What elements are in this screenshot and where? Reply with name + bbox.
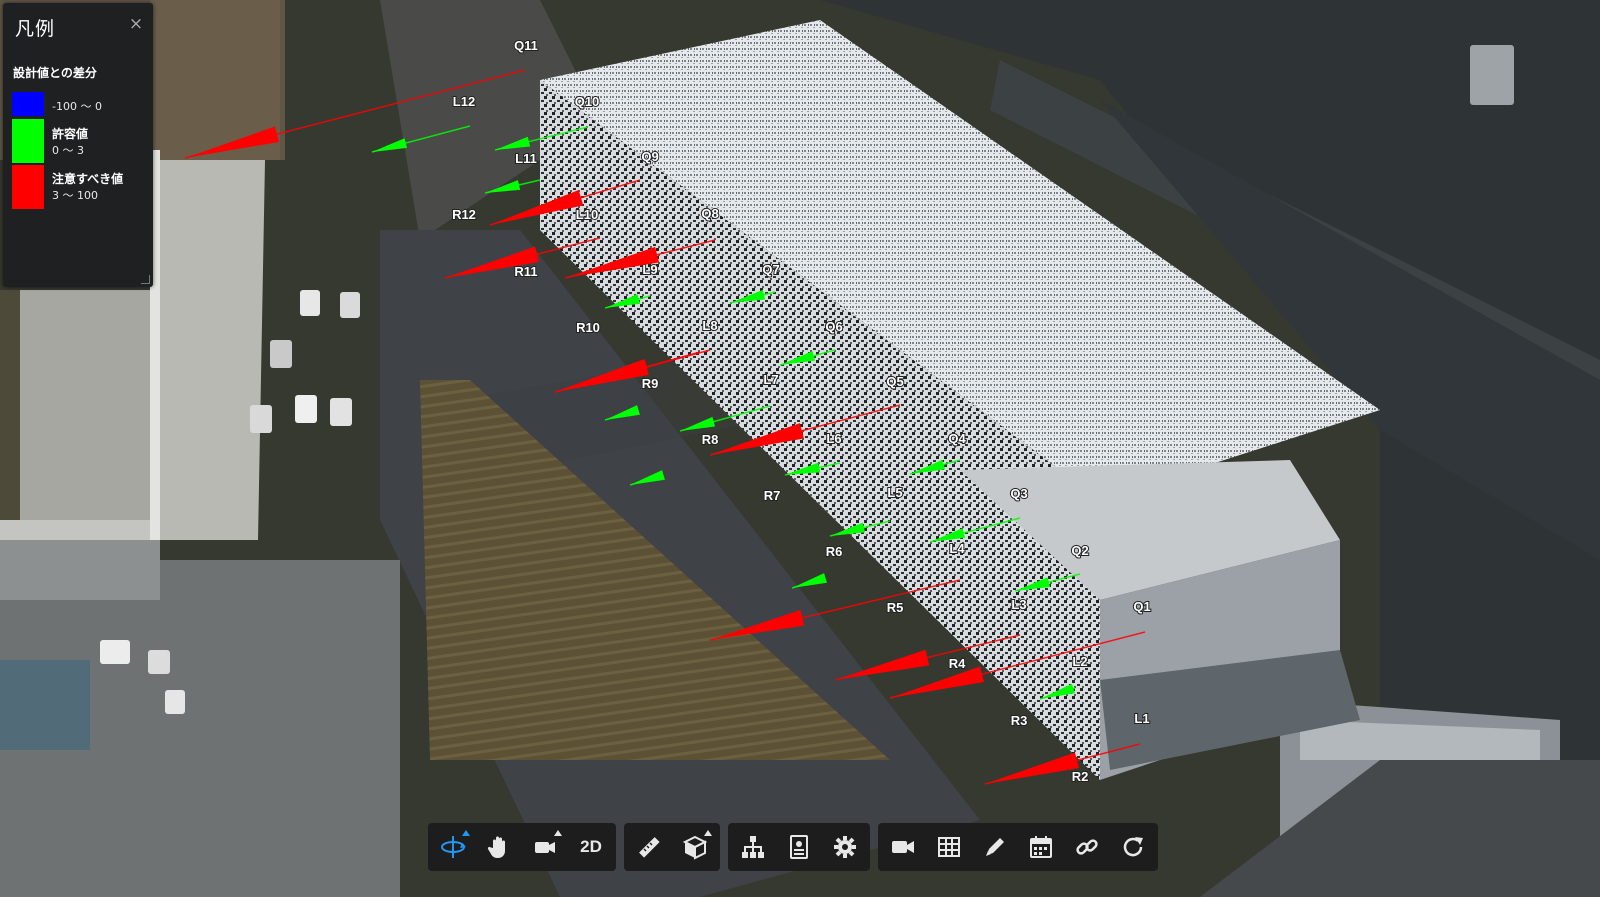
marker-label-q3: Q3 (1010, 486, 1027, 501)
hand-pan-button[interactable] (476, 823, 522, 871)
submenu-triangle-icon (462, 830, 470, 836)
point-cloud-scene[interactable]: Q11L12 Q10L11 Q9R12 L10 Q8R11 L9 Q7R10 L8 Q6R9 L7… (0, 0, 1600, 897)
marker-label-q6: Q6 (825, 319, 842, 334)
link-button[interactable] (1064, 823, 1110, 871)
calendar-button[interactable] (1018, 823, 1064, 871)
marker-label-r4: R4 (949, 656, 966, 671)
ruler-icon (639, 837, 660, 858)
pencil-button[interactable] (972, 823, 1018, 871)
toolbar-group-1: 2D (428, 823, 616, 871)
marker-label-l10: L10 (576, 207, 598, 222)
cube-section-button[interactable] (672, 823, 718, 871)
marker-label-q7: Q7 (762, 262, 779, 277)
camera-view-icon (535, 842, 555, 853)
video-camera-icon (892, 841, 914, 853)
resize-handle-icon[interactable] (141, 275, 150, 284)
legend-label-green: 許容値 (52, 127, 89, 141)
legend-range-green: 0 ～ 3 (52, 144, 84, 157)
legend-swatch-green (12, 119, 44, 163)
marker-label-l2: L2 (1072, 654, 1087, 669)
marker-label-l1: L1 (1134, 711, 1149, 726)
marker-label-q2: Q2 (1071, 543, 1088, 558)
submenu-triangle-icon (554, 830, 562, 836)
properties-button[interactable] (776, 823, 822, 871)
marker-label-l6: L6 (826, 431, 841, 446)
pencil-icon (986, 838, 1004, 856)
gear-button[interactable] (822, 823, 868, 871)
calendar-icon (1030, 836, 1052, 858)
marker-label-r2: R2 (1072, 769, 1089, 784)
marker-label-r5: R5 (887, 600, 904, 615)
hierarchy-button[interactable] (730, 823, 776, 871)
marker-label-r3: R3 (1011, 713, 1028, 728)
marker-label-r7: R7 (764, 488, 781, 503)
marker-label-l12: L12 (453, 94, 475, 109)
marker-label-r11: R11 (514, 264, 537, 279)
marker-label-q1: Q1 (1133, 599, 1150, 614)
marker-label-q8: Q8 (701, 206, 718, 221)
marker-label-r10: R10 (576, 320, 600, 335)
toolbar-group-3 (728, 823, 870, 871)
camera-view-button[interactable] (522, 823, 568, 871)
orbit-button[interactable] (430, 823, 476, 871)
marker-label-l7: L7 (763, 372, 778, 387)
legend-swatch-blue (12, 92, 44, 116)
point-cloud-viewport[interactable]: Q11 L12 Q10 L11 Q9 R12 L10 Q8 R11 L9 Q7 R10 L8 Q6 R9 L7… (0, 0, 1600, 897)
legend-swatch-red (12, 165, 44, 209)
reload-button[interactable] (1110, 823, 1156, 871)
close-icon[interactable]: × (127, 15, 145, 33)
orbit-icon (441, 836, 466, 858)
marker-label-l8: L8 (702, 318, 717, 333)
marker-label-q5: Q5 (886, 374, 903, 389)
hand-pan-icon (487, 836, 505, 858)
marker-label-q11: Q11 (514, 38, 538, 53)
link-icon (1076, 839, 1098, 855)
marker-label-l4: L4 (949, 541, 965, 556)
legend-range-red: 3 ～ 100 (52, 189, 98, 202)
properties-icon (790, 835, 808, 859)
legend-panel: 凡例 × 設計値との差分 -100 ～ 0 許容値 0 ～ 3 注意すべき値 3… (3, 3, 153, 287)
toolbar-group-2 (624, 823, 720, 871)
video-camera-button[interactable] (880, 823, 926, 871)
legend-title: 凡例 (15, 18, 56, 40)
marker-label-q10: Q10 (575, 94, 600, 109)
legend-heading: 設計値との差分 (13, 66, 97, 80)
hierarchy-icon (742, 836, 764, 858)
toolbar-2d-button[interactable]: 2D (568, 823, 614, 871)
marker-label-l5: L5 (887, 485, 902, 500)
toolbar-group-4 (878, 823, 1158, 871)
legend-range-blue: -100 ～ 0 (52, 100, 102, 113)
marker-label-q9: Q9 (641, 149, 658, 164)
submenu-triangle-icon (704, 830, 712, 836)
reload-icon (1123, 837, 1143, 857)
marker-label-q4: Q4 (948, 431, 966, 446)
cube-section-icon (682, 835, 708, 860)
marker-label-r12: R12 (452, 207, 476, 222)
ruler-button[interactable] (626, 823, 672, 871)
marker-label-r8: R8 (702, 432, 719, 447)
gear-icon (834, 836, 856, 858)
legend-label-red: 注意すべき値 (52, 172, 124, 186)
marker-label-l11: L11 (515, 151, 537, 166)
marker-label-r9: R9 (642, 376, 659, 391)
grid-table-button[interactable] (926, 823, 972, 871)
marker-label-l3: L3 (1011, 597, 1026, 612)
grid-table-icon (938, 837, 960, 857)
toolbar-2d-label: 2D (580, 837, 602, 856)
marker-label-r6: R6 (826, 544, 843, 559)
